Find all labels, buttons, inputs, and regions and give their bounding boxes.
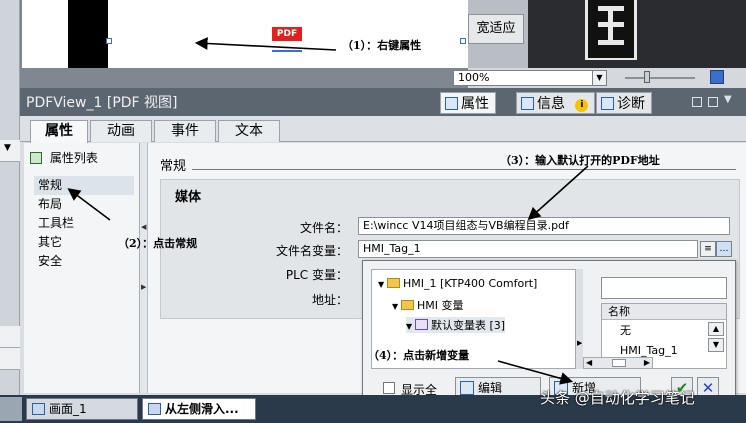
- property-list-header: 属性列表: [30, 149, 98, 166]
- nav-splitter[interactable]: ◀ ▶: [140, 143, 148, 393]
- tab-properties[interactable]: 属性: [440, 92, 496, 114]
- section-title-general: 常规: [160, 159, 187, 174]
- zoom-select[interactable]: 100% ▼: [453, 70, 607, 86]
- properties-icon: [445, 97, 458, 110]
- restore-icon[interactable]: [692, 97, 702, 107]
- scroll-thumb[interactable]: [612, 359, 626, 367]
- zoom-slider-thumb[interactable]: [644, 71, 650, 83]
- folder-icon: [401, 300, 414, 310]
- screen-icon: [32, 403, 45, 415]
- screen-icon: [148, 403, 161, 415]
- chevron-down-icon[interactable]: ▼: [724, 94, 732, 105]
- pdf-view-object[interactable]: PDF: [272, 27, 302, 41]
- zoom-value: 100%: [458, 71, 490, 84]
- annotation-step1: （1）：右键属性: [342, 39, 422, 52]
- scroll-down-icon[interactable]: ▼: [708, 338, 724, 352]
- property-list-label: 属性列表: [49, 151, 98, 165]
- left-project-pane: ▼: [0, 0, 20, 395]
- taskbar-item-label: 从左侧滑入...: [165, 402, 239, 416]
- chevron-down-icon[interactable]: ▼: [4, 143, 11, 153]
- left-pane-row[interactable]: [0, 326, 20, 348]
- tree-expand-icon[interactable]: ▼: [378, 280, 386, 289]
- taskbar-left-stub[interactable]: [0, 397, 22, 421]
- section-divider: [192, 169, 736, 170]
- zoom-slider-track[interactable]: [625, 77, 695, 79]
- scroll-right-icon[interactable]: ▶: [644, 358, 650, 368]
- tab-info-label: 信息: [537, 96, 565, 112]
- media-group-title: 媒体: [175, 190, 202, 205]
- taskbar-item-screen1[interactable]: 画面_1: [26, 398, 138, 420]
- list-icon[interactable]: ≡: [700, 241, 716, 257]
- browse-tag-button[interactable]: …: [716, 241, 732, 257]
- diagnostics-icon: [601, 97, 614, 110]
- address-label: 地址：: [311, 293, 348, 307]
- selection-handle[interactable]: [460, 38, 466, 44]
- tab-diagnostics[interactable]: 诊断: [596, 92, 652, 114]
- plc-tag-label: PLC 变量：: [285, 268, 348, 282]
- zoom-fit-icon[interactable]: [710, 70, 724, 84]
- chevron-left-icon[interactable]: ◀: [141, 223, 146, 231]
- nav-item-toolbar[interactable]: 工具栏: [34, 214, 134, 233]
- annotation-step2: （2）：点击常规: [118, 237, 198, 250]
- chevron-right-icon[interactable]: ▶: [141, 283, 146, 291]
- layout-icon[interactable]: [708, 97, 718, 107]
- scroll-left-icon[interactable]: ◀: [586, 358, 592, 368]
- property-list-icon: [30, 152, 42, 164]
- inspector-title-bar: PDFView_1 [PDF 视图] 属性 信息 i 诊断 ▼: [20, 88, 746, 116]
- fit-width-button[interactable]: 宽适应: [468, 14, 524, 44]
- tree-item-label: HMI 变量: [417, 299, 464, 312]
- edit-icon: [460, 381, 474, 395]
- taskbar-item-slide-in[interactable]: 从左侧滑入...: [142, 398, 256, 420]
- tree-expand-icon[interactable]: ▼: [406, 322, 414, 331]
- filename-tag-field[interactable]: HMI_Tag_1: [358, 240, 698, 258]
- filename-field[interactable]: E:\wincc V14项目组态与VB编程目录.pdf: [358, 217, 730, 235]
- show-all-checkbox[interactable]: [383, 382, 395, 394]
- list-header-name[interactable]: 名称: [602, 304, 726, 320]
- screen-dark-area: [528, 0, 746, 68]
- annotation-step4: （4）：点击新增变量: [368, 349, 470, 362]
- tab-info[interactable]: 信息 i: [516, 92, 596, 114]
- property-list-nav: 属性列表 常规 布局 工具栏 其它 安全: [24, 143, 140, 393]
- tree-item-label: 默认变量表 [3]: [431, 319, 506, 332]
- subtab-text[interactable]: 文本: [218, 120, 280, 142]
- nav-item-layout[interactable]: 布局: [34, 195, 134, 214]
- tag-search-input[interactable]: [601, 277, 727, 299]
- tab-properties-label: 属性: [461, 96, 489, 112]
- edit-button-label: 编辑: [478, 381, 503, 395]
- left-pane-row[interactable]: ▼: [0, 140, 20, 162]
- chevron-right-icon[interactable]: ▶: [577, 339, 582, 347]
- annotation-step3: （3）：输入默认打开的PDF地址: [500, 154, 660, 167]
- tree-expand-icon[interactable]: ▼: [392, 302, 400, 311]
- tree-item-default-tag-table[interactable]: ▼ 默认变量表 [3]: [406, 317, 506, 333]
- subtab-properties[interactable]: 属性: [30, 120, 88, 143]
- scroll-up-icon[interactable]: ▲: [708, 322, 724, 336]
- tab-diagnostics-label: 诊断: [617, 96, 645, 112]
- tree-horizontal-scrollbar[interactable]: ◀ ▶: [583, 357, 653, 369]
- nav-item-security[interactable]: 安全: [34, 252, 134, 271]
- chevron-down-icon[interactable]: ▼: [592, 71, 606, 85]
- property-subtab-row: 属性 动画 事件 文本: [20, 116, 746, 143]
- pdf-view-selection-line: [272, 50, 302, 52]
- screen-black-shape: [68, 0, 108, 68]
- info-badge-icon: i: [575, 99, 589, 112]
- tree-item-hmi-device[interactable]: ▼ HMI_1 [KTP400 Comfort]: [378, 277, 537, 290]
- taskbar-item-label: 画面_1: [49, 402, 87, 416]
- watermark: 头条 @自动化学习笔记: [540, 389, 695, 407]
- subtab-events[interactable]: 事件: [154, 120, 216, 142]
- filename-label: 文件名：: [299, 221, 348, 235]
- selection-handle[interactable]: [106, 38, 112, 44]
- tag-table-icon: [415, 319, 428, 330]
- folder-icon: [387, 278, 400, 288]
- tree-item-label: HMI_1 [KTP400 Comfort]: [403, 277, 538, 290]
- inspector-title: PDFView_1 [PDF 视图]: [26, 95, 178, 111]
- left-pane-row[interactable]: [0, 348, 20, 370]
- tree-item-hmi-tags[interactable]: ▼ HMI 变量: [392, 297, 464, 313]
- nav-item-general[interactable]: 常规: [34, 176, 134, 195]
- list-item-none[interactable]: 无: [602, 322, 706, 339]
- popup-splitter[interactable]: ▶: [575, 269, 583, 369]
- screen-glyph-stem: [608, 6, 613, 42]
- info-icon: [521, 97, 534, 110]
- subtab-animation[interactable]: 动画: [90, 120, 152, 142]
